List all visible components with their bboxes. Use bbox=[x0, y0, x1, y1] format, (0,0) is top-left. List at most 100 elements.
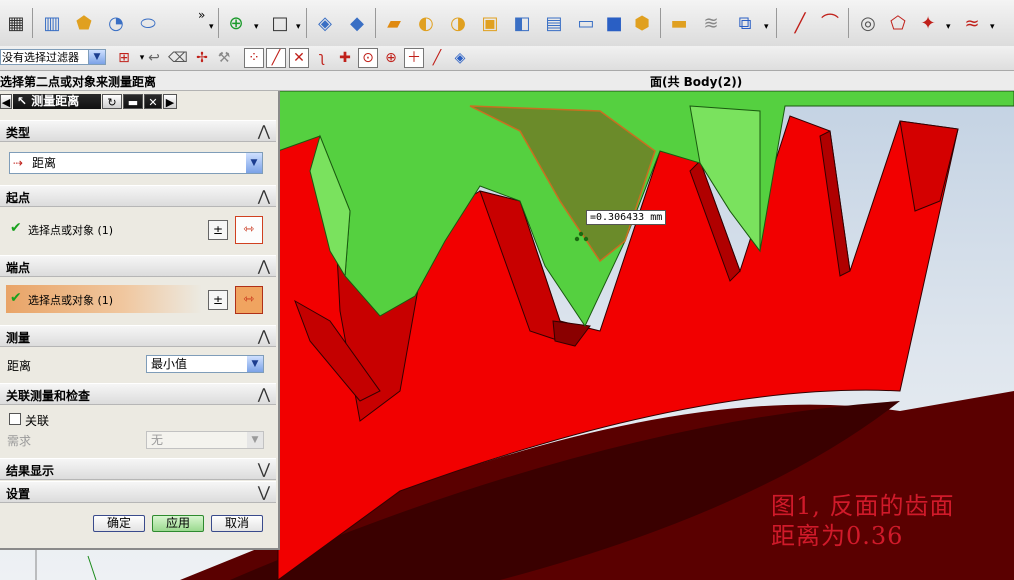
quadrant-icon[interactable]: ⊕ bbox=[381, 48, 401, 68]
type-filter-select[interactable]: 没有选择过滤器 ▼ bbox=[0, 49, 106, 65]
chevron-up-icon[interactable]: ⋀ bbox=[258, 122, 270, 140]
start-point-selector[interactable]: ✔ 选择点或对象 (1) bbox=[6, 215, 202, 243]
shape-icon[interactable]: ⬠ bbox=[884, 10, 912, 38]
point-inference-button[interactable]: ⇿ bbox=[235, 216, 263, 244]
curve-icon[interactable]: ◔ bbox=[102, 10, 130, 38]
eraser-icon[interactable]: ⌫ bbox=[168, 48, 188, 68]
section-end-header[interactable]: 端点 ⋀ bbox=[0, 255, 276, 277]
section-measure-header[interactable]: 测量 ⋀ bbox=[0, 325, 276, 347]
revolve-icon[interactable]: ◐ bbox=[412, 10, 440, 38]
bounded-grid-icon[interactable]: ◈ bbox=[450, 48, 470, 68]
intersection-icon[interactable]: ✚ bbox=[335, 48, 355, 68]
distance-type-value: 最小值 bbox=[151, 357, 188, 371]
line-icon[interactable]: ╱ bbox=[786, 10, 814, 38]
cue-prompt: 选择第二点或对象来测量距离 bbox=[0, 75, 157, 89]
reset-icon[interactable]: ↻ bbox=[102, 94, 122, 109]
cube-icon[interactable]: ◆ bbox=[343, 10, 371, 38]
select-general-icon[interactable]: ⊞ bbox=[114, 48, 134, 68]
node-icon[interactable]: ✦ bbox=[914, 10, 942, 38]
measurement-readout: =0.306433 mm bbox=[586, 210, 667, 225]
tool-icon[interactable]: ⚒ bbox=[214, 48, 234, 68]
chevron-up-icon[interactable]: ⋀ bbox=[258, 327, 270, 345]
cancel-button[interactable]: 取消 bbox=[211, 515, 263, 532]
point-dialog-button[interactable]: ± bbox=[208, 220, 228, 240]
box-icon[interactable]: ◈ bbox=[311, 10, 339, 38]
distance-type-dropdown[interactable]: 最小值 ▼ bbox=[146, 355, 264, 373]
chevron-down-icon[interactable]: ▼ bbox=[247, 356, 263, 372]
pipe-icon[interactable]: ▤ bbox=[540, 10, 568, 38]
snap-point-icon[interactable]: ✢ bbox=[192, 48, 212, 68]
caption-line-2: 距离为0.36 bbox=[771, 522, 904, 550]
rectangle-icon[interactable]: □ bbox=[266, 10, 294, 38]
section-settings-header[interactable]: 设置 ⋁ bbox=[0, 481, 276, 503]
extrude-icon[interactable]: ▰ bbox=[380, 10, 408, 38]
checkmark-icon: ✔ bbox=[10, 220, 22, 236]
chevron-down-icon[interactable]: ▾ bbox=[946, 22, 951, 32]
bevel-icon[interactable]: ⬢ bbox=[628, 10, 656, 38]
chevron-down-icon[interactable]: ⋁ bbox=[258, 460, 270, 478]
end-point-icon[interactable]: ╱ bbox=[266, 48, 286, 68]
associate-checkbox[interactable] bbox=[9, 413, 21, 425]
section-measure-label: 测量 bbox=[6, 331, 31, 345]
chevron-down-icon[interactable]: ▼ bbox=[246, 153, 262, 173]
chevron-right-icon[interactable]: ▶ bbox=[163, 94, 177, 109]
part-navigator-icon[interactable]: ▦ bbox=[2, 10, 30, 38]
arc-icon[interactable]: ⌒ bbox=[816, 10, 844, 38]
chevron-down-icon[interactable]: ⋁ bbox=[258, 483, 270, 501]
chevron-up-icon[interactable]: ⋀ bbox=[258, 187, 270, 205]
section-associate-header[interactable]: 关联测量和检查 ⋀ bbox=[0, 383, 276, 405]
book-icon[interactable]: ▥ bbox=[38, 10, 66, 38]
cylinder-icon[interactable]: ▭ bbox=[572, 10, 600, 38]
layers-icon[interactable]: ≋ bbox=[697, 10, 725, 38]
control-point-icon[interactable]: ʅ bbox=[312, 48, 332, 68]
chevron-left-icon[interactable]: ◀ bbox=[0, 94, 12, 109]
point-inference-button[interactable]: ⇿ bbox=[235, 286, 263, 314]
minimize-icon[interactable]: ▬ bbox=[123, 94, 143, 109]
wave-icon[interactable]: ≈ bbox=[958, 10, 986, 38]
arc-center-icon[interactable]: ⊙ bbox=[358, 48, 378, 68]
dialog-title-bar: ◀ ↖ 测量距离 ↻ ▬ ✕ ▶ bbox=[0, 92, 278, 111]
point-on-face-icon[interactable]: ╱ bbox=[427, 48, 447, 68]
blue-cube-icon[interactable]: ■ bbox=[600, 10, 628, 38]
requirement-value: 无 bbox=[151, 433, 164, 447]
point-dialog-button[interactable]: ± bbox=[208, 290, 228, 310]
section-type-header[interactable]: 类型 ⋀ bbox=[0, 120, 276, 142]
end-point-selector[interactable]: ✔ 选择点或对象 (1) bbox=[6, 285, 202, 313]
dialog-title[interactable]: ↖ 测量距离 bbox=[13, 94, 101, 109]
more-icon[interactable]: » bbox=[198, 8, 205, 22]
toolbar-separator bbox=[776, 8, 777, 38]
end-point-select-label: 选择点或对象 (1) bbox=[28, 294, 114, 307]
chevron-up-icon[interactable]: ⋀ bbox=[258, 257, 270, 275]
block-icon[interactable]: ▣ bbox=[476, 10, 504, 38]
chevron-down-icon[interactable]: ▾ bbox=[990, 22, 995, 32]
requirement-label: 需求 bbox=[7, 434, 32, 448]
section-start-header[interactable]: 起点 ⋀ bbox=[0, 185, 276, 207]
undo-select-icon[interactable]: ↩ bbox=[144, 48, 164, 68]
chevron-down-icon[interactable]: ▼ bbox=[88, 50, 105, 64]
existing-point-icon[interactable]: ⁘ bbox=[244, 48, 264, 68]
ok-button[interactable]: 确定 bbox=[93, 515, 145, 532]
mid-point-icon[interactable]: ✕ bbox=[289, 48, 309, 68]
apply-button[interactable]: 应用 bbox=[152, 515, 204, 532]
open-book-icon[interactable]: ◧ bbox=[508, 10, 536, 38]
point-on-curve-icon[interactable]: ＋ bbox=[404, 48, 424, 68]
chevron-down-icon[interactable]: ▾ bbox=[764, 22, 769, 32]
cube-face-icon[interactable]: ⧉ bbox=[731, 10, 759, 38]
chevron-up-icon[interactable]: ⋀ bbox=[258, 385, 270, 403]
section-results-header[interactable]: 结果显示 ⋁ bbox=[0, 458, 276, 480]
section-type-label: 类型 bbox=[6, 126, 31, 140]
close-icon[interactable]: ✕ bbox=[144, 94, 162, 109]
chevron-down-icon[interactable]: ▾ bbox=[254, 22, 259, 32]
cylinder-icon[interactable]: ⬭ bbox=[134, 10, 162, 38]
slab-icon[interactable]: ▬ bbox=[665, 10, 693, 38]
sketch-icon[interactable]: ⊕ bbox=[222, 10, 250, 38]
type-dropdown[interactable]: ⇢ 距离 ▼ bbox=[9, 152, 263, 174]
section-end-label: 端点 bbox=[6, 261, 31, 275]
sweep-icon[interactable]: ◑ bbox=[444, 10, 472, 38]
type-filter-value: 没有选择过滤器 bbox=[2, 51, 79, 64]
spiral-icon[interactable]: ◎ bbox=[854, 10, 882, 38]
chevron-down-icon[interactable]: ▾ bbox=[296, 22, 301, 32]
chevron-down-icon[interactable]: ▾ bbox=[209, 22, 214, 32]
toolbar-separator bbox=[848, 8, 849, 38]
shield-icon[interactable]: ⬟ bbox=[70, 10, 98, 38]
